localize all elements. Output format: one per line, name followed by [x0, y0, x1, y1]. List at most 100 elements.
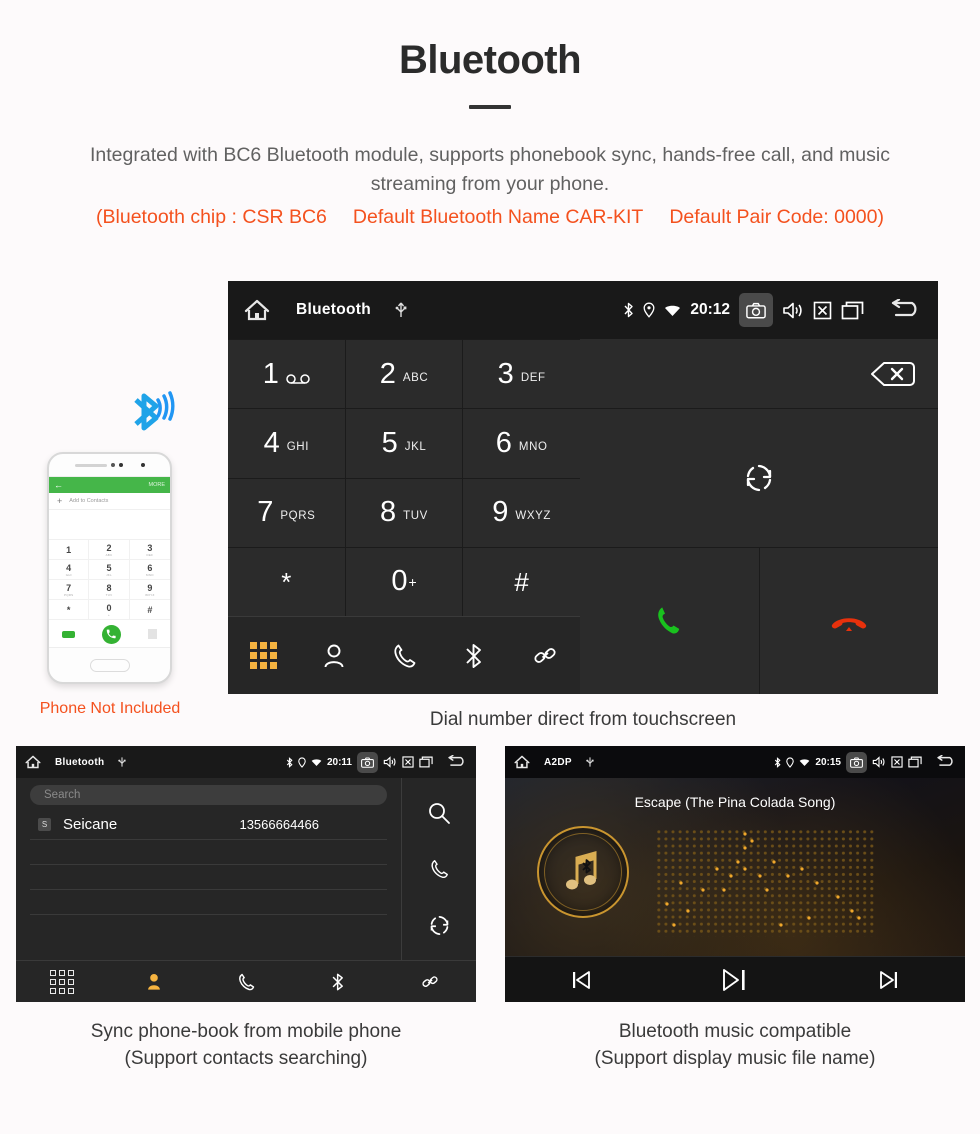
volume-icon[interactable] [383, 756, 397, 768]
music-caption: Bluetooth music compatible (Support disp… [505, 1018, 965, 1072]
dialer-title: Bluetooth [296, 301, 372, 318]
bluetooth-icon [774, 756, 781, 768]
backspace-icon[interactable] [870, 360, 916, 388]
plus-icon: + [57, 496, 63, 506]
nav-pair-button[interactable] [384, 972, 476, 992]
back-icon[interactable] [888, 299, 922, 321]
back-icon[interactable] [935, 755, 956, 769]
album-art [537, 826, 629, 918]
location-icon [643, 302, 655, 318]
usb-icon [586, 756, 594, 768]
sync-icon[interactable] [743, 462, 775, 494]
camera-icon[interactable] [846, 751, 867, 773]
previous-button[interactable] [569, 968, 593, 992]
music-status-bar: A2DP 20:15 [505, 746, 965, 778]
close-box-icon[interactable] [891, 756, 903, 768]
recents-icon[interactable] [908, 756, 922, 768]
camera-icon[interactable] [357, 751, 378, 773]
sync-icon[interactable] [428, 914, 451, 937]
nav-keypad-button[interactable] [228, 642, 298, 669]
wifi-icon [799, 758, 810, 767]
hangup-icon [831, 618, 866, 631]
phone-key: 9 WXYZ [129, 580, 170, 600]
link-icon [422, 975, 438, 987]
nav-contacts-button[interactable] [108, 972, 200, 992]
contact-row[interactable]: S Seicane 13566664466 [30, 810, 387, 840]
music-caption-line-1: Bluetooth music compatible [618, 1021, 852, 1042]
dial-key-star[interactable]: * [228, 547, 345, 616]
dial-key-8[interactable]: 8 TUV [345, 478, 463, 547]
volume-icon[interactable] [782, 301, 804, 320]
next-button[interactable] [877, 968, 901, 992]
song-title: Escape (The Pina Colada Song) [634, 794, 836, 810]
contact-row-empty [30, 840, 387, 865]
dialer-status-bar: Bluetooth 20:12 [228, 281, 938, 339]
next-icon [880, 970, 898, 989]
usb-icon [118, 756, 126, 768]
dial-key-1[interactable]: 1 [228, 340, 345, 409]
close-box-icon[interactable] [402, 756, 414, 768]
call-button[interactable] [580, 548, 759, 694]
previous-icon [572, 970, 590, 989]
bluetooth-icon [623, 302, 634, 318]
phone-key: 1 [49, 540, 90, 560]
play-pause-button[interactable] [720, 967, 750, 993]
nav-bluetooth-button[interactable] [439, 642, 509, 670]
location-icon [786, 756, 795, 768]
page-root: Bluetooth Integrated with BC6 Bluetooth … [0, 0, 980, 1134]
home-icon[interactable] [514, 755, 530, 769]
call-icon[interactable] [428, 858, 450, 880]
page-description: Integrated with BC6 Bluetooth module, su… [0, 141, 980, 199]
music-note-bluetooth-icon [566, 851, 597, 890]
close-box-icon[interactable] [813, 301, 832, 320]
dial-key-5[interactable]: 5 JKL [345, 409, 463, 478]
phone-key: 0 + [89, 600, 130, 620]
home-icon[interactable] [25, 755, 41, 769]
dial-key-9[interactable]: 9 WXYZ [463, 478, 580, 547]
music-caption-line-2: (Support display music file name) [594, 1048, 876, 1069]
dial-key-6[interactable]: 6 MNO [463, 409, 580, 478]
volume-icon[interactable] [872, 756, 886, 768]
spec-bt-name: Default Bluetooth Name CAR-KIT [352, 206, 644, 228]
home-icon[interactable] [244, 299, 270, 321]
phonebook-screenshot: Bluetooth 20:11 Search S Seicane 1356666… [16, 746, 476, 1002]
dial-key-4[interactable]: 4 GHI [228, 409, 345, 478]
hangup-button[interactable] [759, 548, 938, 694]
wifi-icon [664, 304, 681, 317]
phone-key: 2 ABC [89, 540, 130, 560]
contact-person-icon [324, 644, 344, 667]
nav-calllog-button[interactable] [369, 642, 439, 670]
back-icon[interactable] [446, 755, 467, 769]
phone-call-icon [101, 624, 121, 644]
nav-calllog-button[interactable] [200, 972, 292, 992]
dial-key-hash[interactable]: # [463, 547, 580, 616]
nav-pair-button[interactable] [510, 642, 580, 670]
phone-more-label: MORE [148, 482, 166, 488]
dial-key-3[interactable]: 3 DEF [463, 340, 580, 409]
wifi-icon [311, 758, 322, 767]
nav-keypad-button[interactable] [16, 969, 108, 994]
phone-appbar: ← MORE [49, 477, 170, 493]
nav-bluetooth-button[interactable] [292, 972, 384, 992]
recents-icon[interactable] [841, 301, 864, 320]
dialer-action-column [580, 339, 938, 694]
phonebook-caption-line-2: (Support contacts searching) [124, 1048, 368, 1069]
search-input[interactable]: Search [30, 785, 387, 805]
phonebook-status-bar: Bluetooth 20:11 [16, 746, 476, 778]
phonebook-title: Bluetooth [55, 756, 105, 768]
music-screenshot: A2DP 20:15 Escape (The Pina Colada Song) [505, 746, 965, 1002]
phone-add-contact-label: Add to Contacts [69, 498, 109, 504]
camera-icon[interactable] [739, 293, 773, 327]
phone-keyboard-icon [147, 629, 157, 639]
phone-add-contact-row: + Add to Contacts [49, 493, 170, 510]
recents-icon[interactable] [419, 756, 433, 768]
dial-key-7[interactable]: 7 PQRS [228, 478, 345, 547]
dial-key-0[interactable]: 0 + [345, 547, 463, 616]
dial-key-2[interactable]: 2 ABC [345, 340, 463, 409]
phone-back-icon: ← [54, 480, 63, 490]
search-icon[interactable] [427, 801, 451, 825]
phone-home-button [49, 648, 170, 682]
phone-key: # [129, 600, 170, 620]
nav-contacts-button[interactable] [298, 642, 368, 670]
phone-voicemail-icon [62, 630, 76, 638]
